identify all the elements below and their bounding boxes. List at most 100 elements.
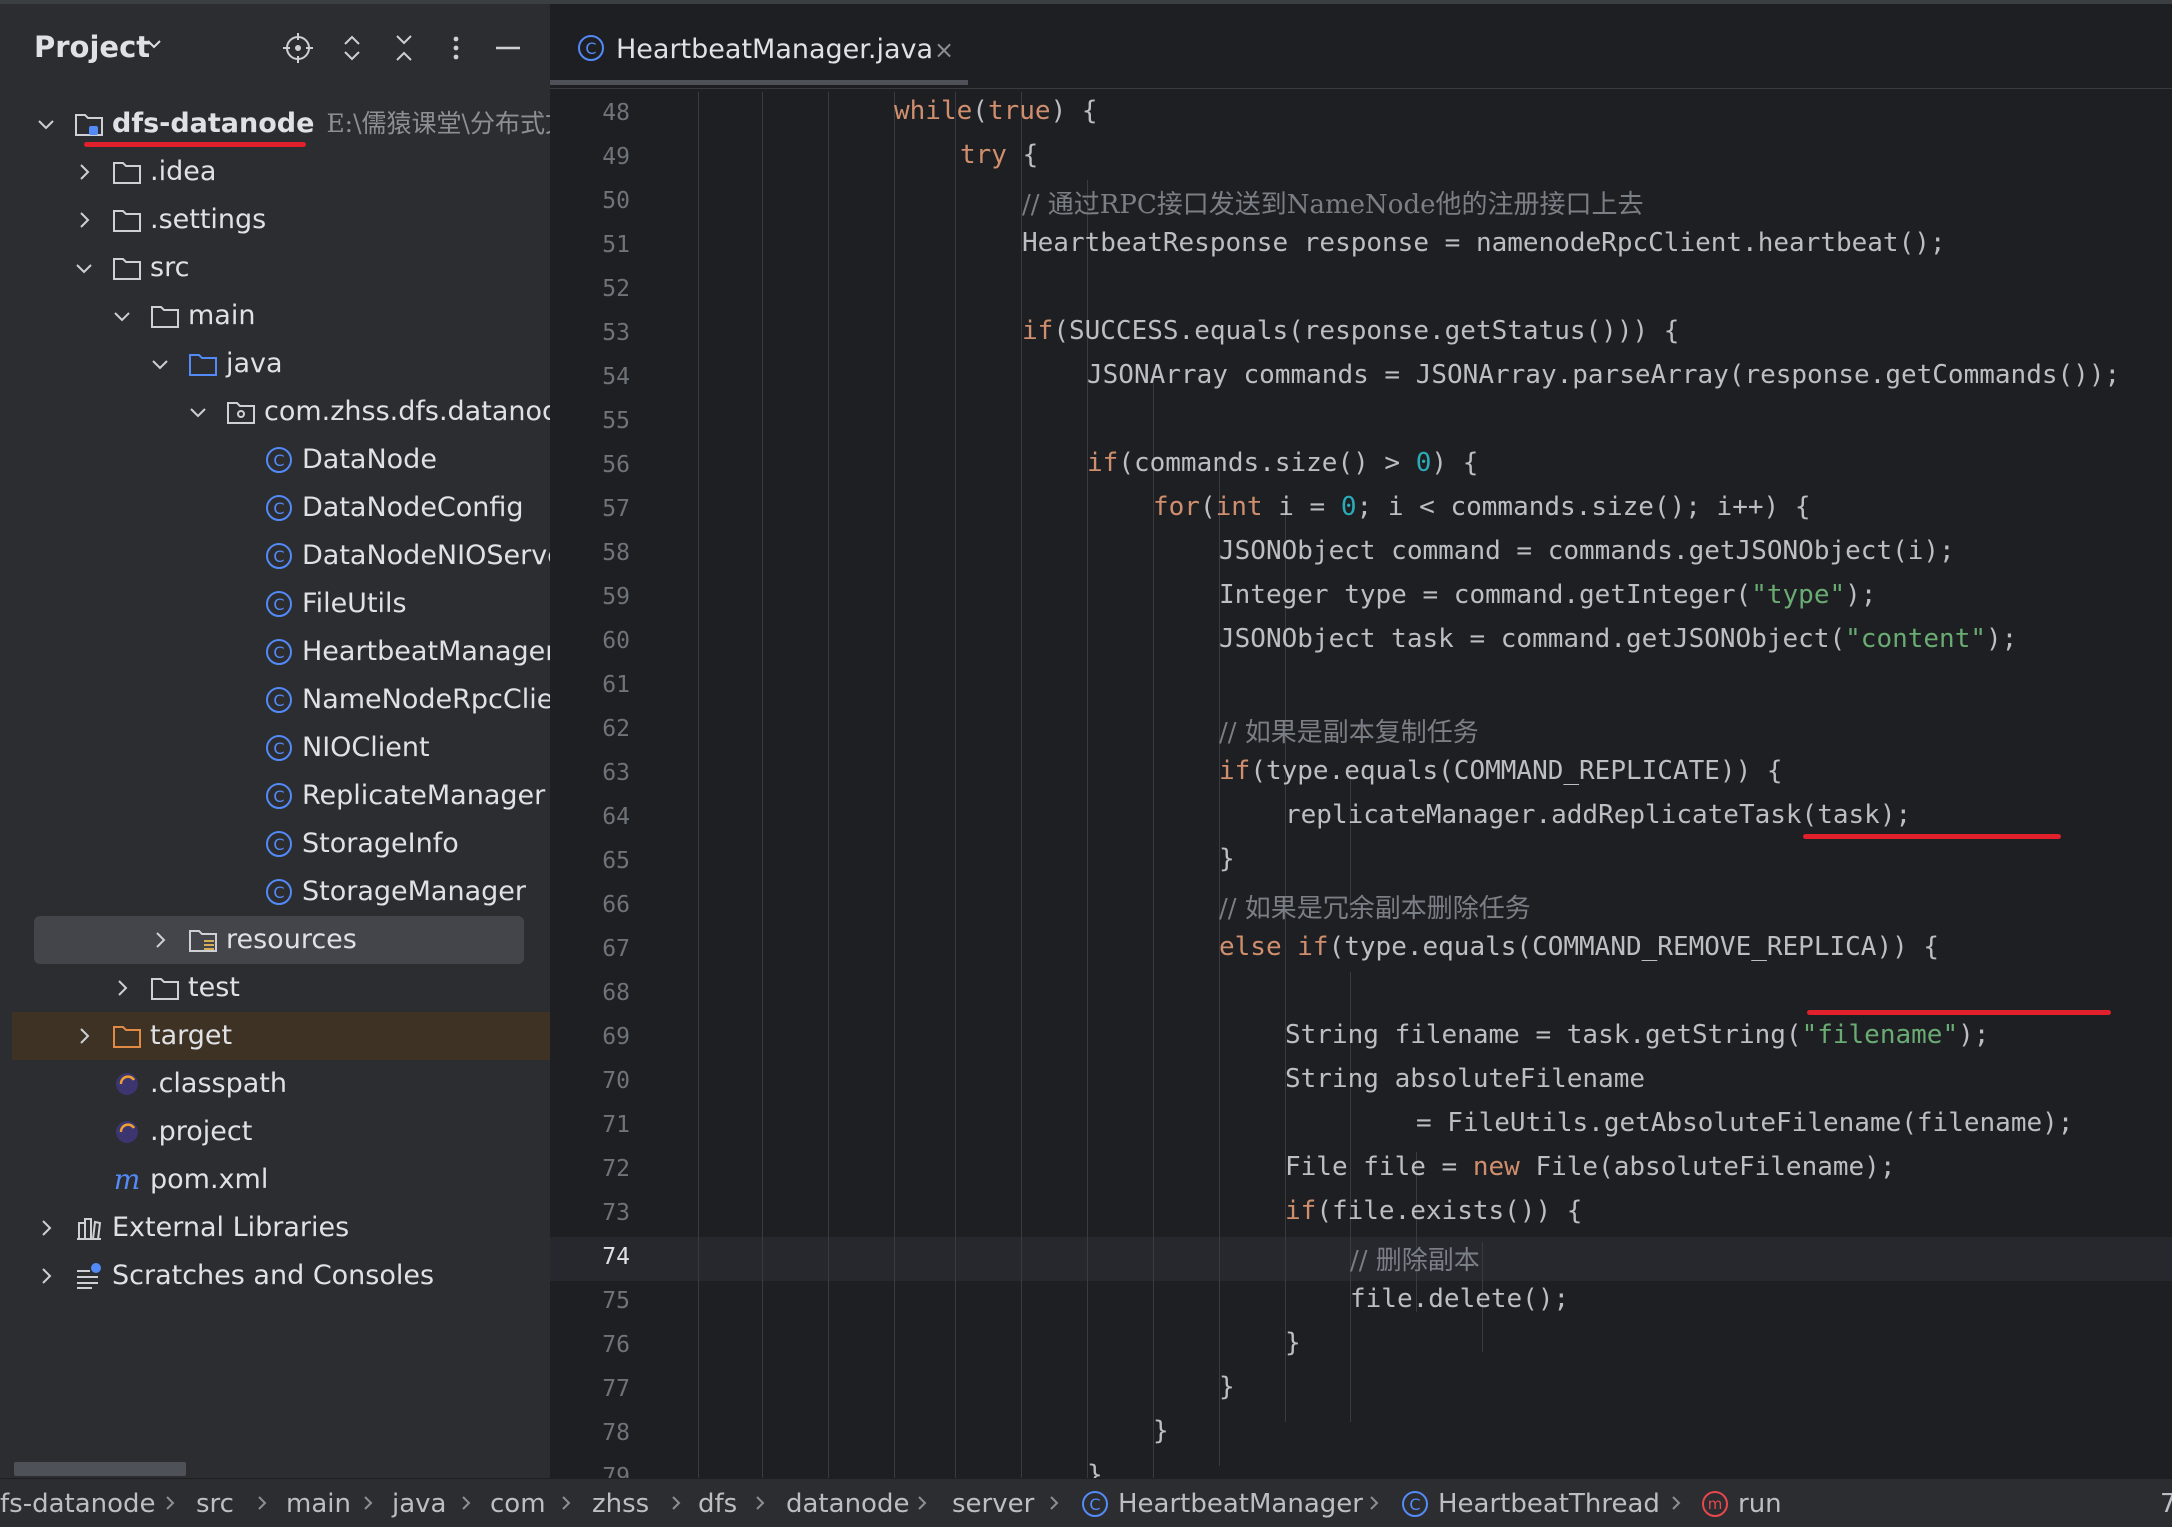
tree-item-test[interactable]: test	[12, 964, 550, 1012]
tree-item-class[interactable]: C DataNodeNIOServer	[12, 532, 550, 580]
breadcrumb-item[interactable]: dfs	[698, 1489, 737, 1519]
code-token: (SUCCESS.equals(response.getStatus())) {	[1053, 316, 1680, 346]
hide-panel-icon[interactable]	[492, 32, 524, 64]
tree-item-scratches[interactable]: Scratches and Consoles	[12, 1252, 550, 1300]
tree-item-settings[interactable]: .settings	[12, 196, 550, 244]
breadcrumb-item[interactable]: src	[196, 1489, 234, 1519]
breadcrumb-item[interactable]: server	[952, 1489, 1034, 1519]
tree-item-class[interactable]: C DataNode	[12, 436, 550, 484]
tree-item-idea[interactable]: .idea	[12, 148, 550, 196]
code-line-62: // 如果是副本复制任务	[1219, 718, 1479, 748]
tree-item-java[interactable]: java	[12, 340, 550, 388]
folder-icon	[151, 306, 179, 328]
breadcrumb-item[interactable]: HeartbeatThread	[1438, 1489, 1660, 1519]
excluded-folder-icon	[113, 1026, 141, 1048]
tree-item-package[interactable]: com.zhss.dfs.datanode	[12, 388, 550, 436]
code-token: i =	[1262, 492, 1341, 522]
tree-item-pom[interactable]: m pom.xml	[12, 1156, 550, 1204]
svg-text:C: C	[273, 787, 284, 806]
tree-item-src[interactable]: src	[12, 244, 550, 292]
tree-item-class[interactable]: C DataNodeConfig	[12, 484, 550, 532]
breadcrumb-item[interactable]: run	[1738, 1489, 1782, 1519]
tree-item-class[interactable]: C HeartbeatManager	[12, 628, 550, 676]
chevron-right-icon[interactable]	[34, 1216, 58, 1240]
chevron-down-icon[interactable]	[186, 400, 210, 424]
tree-item-class[interactable]: C StorageManager	[12, 868, 550, 916]
chevron-right-icon	[258, 1496, 267, 1510]
chevron-down-icon[interactable]	[144, 34, 164, 54]
tree-item-project-file[interactable]: .project	[12, 1108, 550, 1156]
tree-item-external-libraries[interactable]: External Libraries	[12, 1204, 550, 1252]
collapse-all-icon[interactable]	[388, 32, 420, 64]
chevron-down-icon[interactable]	[34, 112, 58, 136]
options-menu-icon[interactable]	[440, 32, 472, 64]
tree-item-label: com.zhss.dfs.datanode	[264, 396, 550, 427]
tree-item-class[interactable]: C ReplicateManager	[12, 772, 550, 820]
code-line-57: for(int i = 0; i < commands.size(); i++)…	[1153, 492, 1810, 522]
tree-item-class[interactable]: C FileUtils	[12, 580, 550, 628]
tree-item-dfs-datanode[interactable]: dfs-datanode E:\儒猿课堂\分布式文	[12, 100, 550, 148]
line-number: 76	[602, 1332, 630, 1358]
active-tab-indicator	[550, 80, 968, 85]
chevron-right-icon	[1672, 1496, 1681, 1510]
breadcrumb-item[interactable]: fs-datanode	[0, 1489, 156, 1519]
chevron-down-icon[interactable]	[148, 352, 172, 376]
close-icon[interactable]: ×	[934, 36, 954, 64]
code-line-69: String filename = task.getString("filena…	[1285, 1020, 1989, 1050]
svg-text:C: C	[585, 39, 596, 58]
tree-item-main[interactable]: main	[12, 292, 550, 340]
svg-text:C: C	[273, 835, 284, 854]
tree-item-label: java	[226, 348, 283, 379]
breadcrumb-item[interactable]: com	[490, 1489, 546, 1519]
tree-item-classpath[interactable]: .classpath	[12, 1060, 550, 1108]
locate-file-icon[interactable]	[282, 32, 314, 64]
tree-item-label: main	[188, 300, 256, 331]
line-number: 48	[602, 100, 630, 126]
tree-item-class[interactable]: C NameNodeRpcClient	[12, 676, 550, 724]
tree-item-class[interactable]: C NIOClient	[12, 724, 550, 772]
code-line-74: // 删除副本	[1350, 1246, 1480, 1276]
chevron-right-icon[interactable]	[72, 160, 96, 184]
tree-item-label: pom.xml	[150, 1164, 269, 1195]
chevron-right-icon[interactable]	[72, 1024, 96, 1048]
tree-item-label: .idea	[150, 156, 217, 187]
tree-item-label: DataNodeNIOServer	[302, 540, 550, 571]
tree-item-target[interactable]: target	[12, 1012, 550, 1060]
breadcrumb-item[interactable]: datanode	[786, 1489, 909, 1519]
status-trailing-text: 7	[2160, 1489, 2172, 1519]
code-line-49: try {	[960, 140, 1038, 170]
breadcrumb-item[interactable]: main	[286, 1489, 351, 1519]
sidebar-scrollbar[interactable]	[14, 1462, 186, 1476]
code-token: true	[987, 96, 1051, 126]
project-view-title[interactable]: Project	[34, 30, 150, 64]
tree-item-resources[interactable]: resources	[34, 916, 524, 964]
folder-icon	[113, 162, 141, 184]
class-icon: C	[266, 831, 292, 857]
class-icon: C	[578, 35, 604, 61]
line-number: 62	[602, 716, 630, 742]
code-token: );	[1986, 624, 2018, 654]
class-icon: C	[1082, 1491, 1108, 1517]
chevron-right-icon[interactable]	[110, 976, 134, 1000]
class-icon: C	[266, 735, 292, 761]
tab-label: HeartbeatManager.java	[616, 34, 934, 65]
chevron-right-icon[interactable]	[34, 1264, 58, 1288]
code-line-73: if(file.exists()) {	[1285, 1196, 1582, 1226]
chevron-right-icon	[1050, 1496, 1059, 1510]
tree-item-label: NameNodeRpcClient	[302, 684, 550, 715]
expand-all-icon[interactable]	[336, 32, 368, 64]
source-folder-icon	[189, 354, 217, 376]
breadcrumb-item[interactable]: zhss	[592, 1489, 649, 1519]
editor-tab-bar: C HeartbeatManager.java ×	[550, 4, 2172, 89]
class-icon: C	[1402, 1491, 1428, 1517]
chevron-right-icon[interactable]	[148, 928, 172, 952]
chevron-down-icon[interactable]	[110, 304, 134, 328]
code-token: ) {	[1050, 96, 1098, 126]
breadcrumb-item[interactable]: HeartbeatManager	[1118, 1489, 1363, 1519]
tree-item-label: target	[150, 1020, 233, 1051]
breadcrumb-item[interactable]: java	[392, 1489, 446, 1519]
tree-item-class[interactable]: C StorageInfo	[12, 820, 550, 868]
chevron-right-icon[interactable]	[72, 208, 96, 232]
red-underline-annotation	[84, 142, 306, 147]
chevron-down-icon[interactable]	[72, 256, 96, 280]
